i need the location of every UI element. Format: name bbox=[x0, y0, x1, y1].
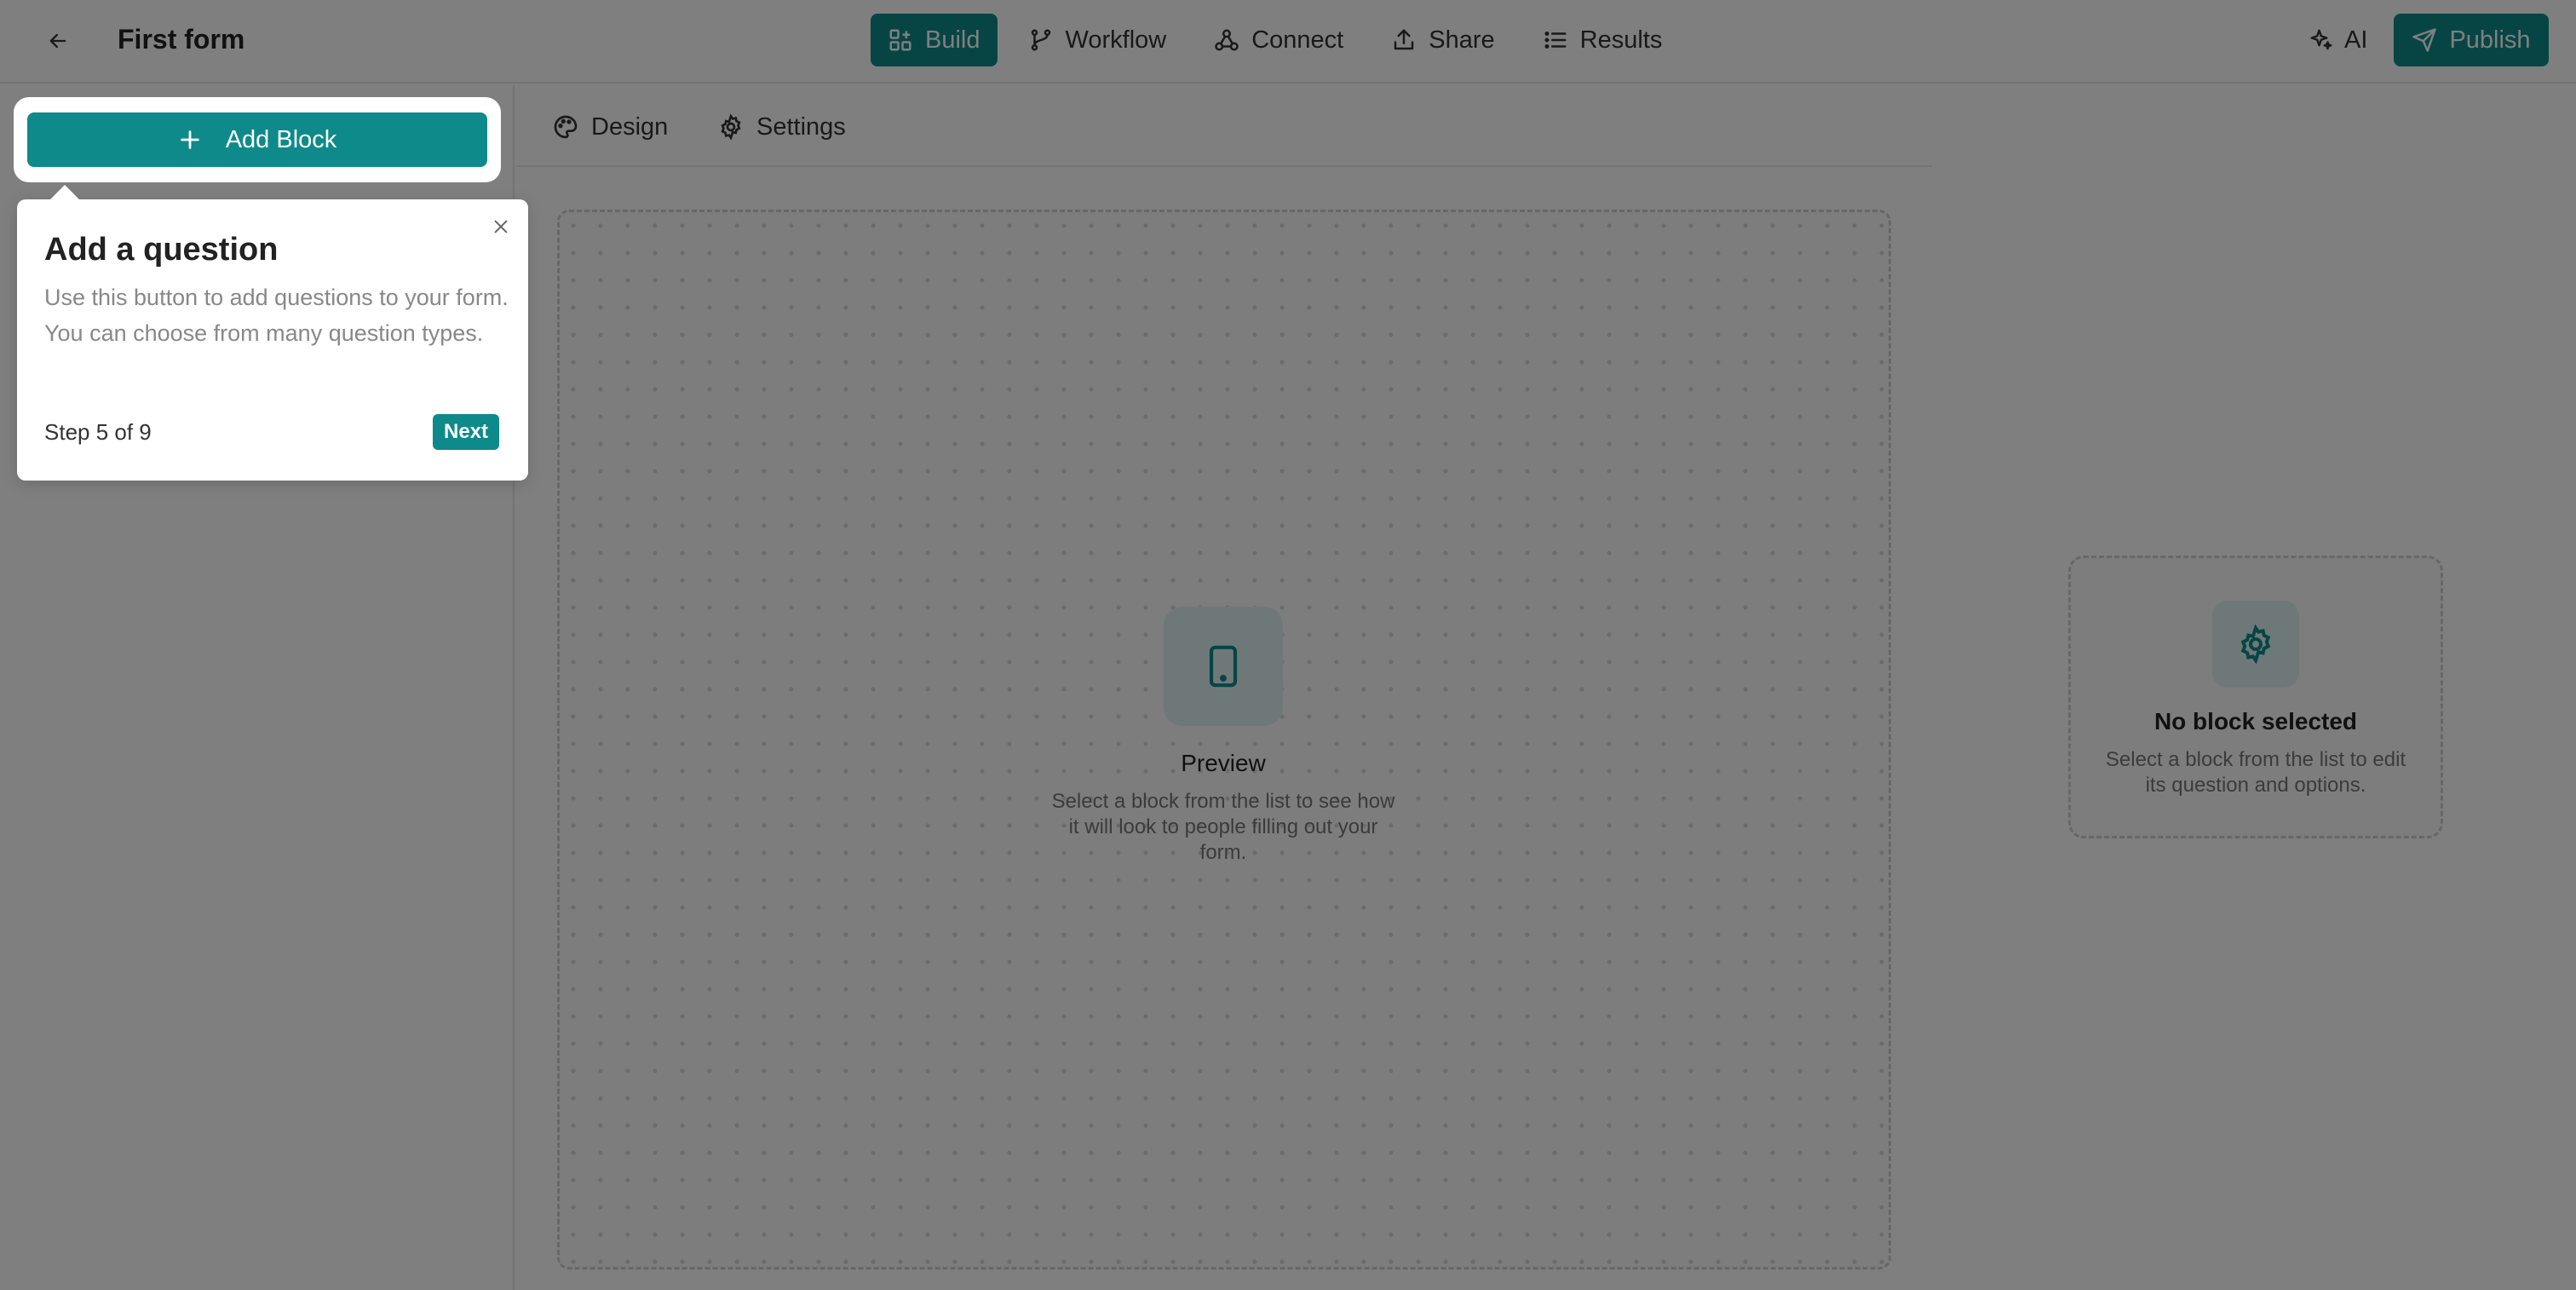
app: First form Build Workflow Connect Share … bbox=[0, 0, 2576, 1290]
add-block-button[interactable]: Add Block bbox=[27, 112, 487, 167]
next-button[interactable]: Next bbox=[433, 414, 499, 450]
popover-description: Use this button to add questions to your… bbox=[44, 285, 509, 346]
tour-popover: Add a question Use this button to add qu… bbox=[17, 185, 528, 481]
close-icon bbox=[494, 220, 508, 233]
close-button[interactable] bbox=[487, 213, 515, 240]
popover-step-count: Step 5 of 9 bbox=[44, 419, 152, 445]
popover-title: Add a question bbox=[44, 232, 279, 268]
tour-overlay[interactable] bbox=[0, 0, 2576, 1290]
add-block-label: Add Block bbox=[225, 125, 337, 153]
plus-icon bbox=[180, 130, 199, 149]
